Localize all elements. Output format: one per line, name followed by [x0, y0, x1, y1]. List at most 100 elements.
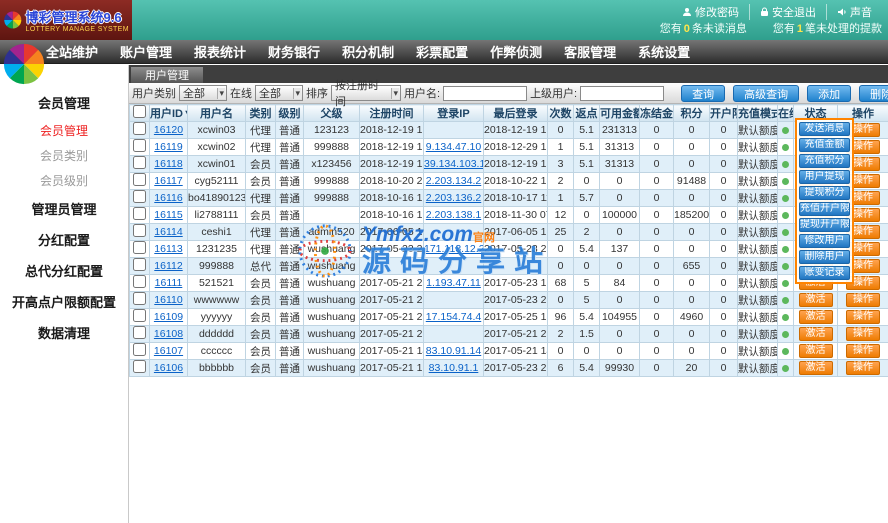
ip-link[interactable]: 83.10.91.14 — [426, 345, 481, 357]
sidebar-item[interactable]: 会员级别 — [0, 168, 128, 193]
activate-button[interactable]: 激活 — [799, 327, 833, 341]
column-header[interactable]: 注册时间 — [360, 105, 424, 122]
ip-link[interactable]: 2.203.138.1 — [426, 209, 481, 221]
row-checkbox[interactable] — [133, 224, 146, 237]
row-checkbox[interactable] — [133, 360, 146, 373]
add-button[interactable]: 添加 — [807, 85, 851, 102]
row-action-menu-item[interactable]: 删除用户 — [799, 250, 850, 264]
row-checkbox[interactable] — [133, 241, 146, 254]
query-button[interactable]: 查询 — [681, 85, 725, 102]
column-header[interactable]: 返点 — [574, 105, 600, 122]
nav-item[interactable]: 客服管理 — [564, 42, 616, 61]
row-checkbox[interactable] — [133, 258, 146, 271]
row-action-menu-item[interactable]: 提现开户限额 — [799, 218, 850, 232]
column-header[interactable]: 用户ID▼ — [150, 105, 188, 122]
user-id-link[interactable]: 16109 — [154, 311, 183, 323]
pending-withdraw-notice[interactable]: 您有1笔未处理的提款 — [773, 20, 882, 36]
activate-button[interactable]: 激活 — [799, 344, 833, 358]
user-id-link[interactable]: 16116 — [154, 192, 182, 204]
sidebar-item[interactable]: 数据清理 — [0, 317, 128, 348]
user-id-link[interactable]: 16119 — [154, 141, 182, 153]
column-header[interactable]: 可用金额 — [600, 105, 640, 122]
row-action-menu-item[interactable]: 账变记录 — [799, 266, 850, 280]
nav-item[interactable]: 财务银行 — [268, 42, 320, 61]
user-id-link[interactable]: 16115 — [154, 209, 182, 221]
ip-link[interactable]: 1.193.47.11 — [426, 277, 481, 289]
sidebar-item[interactable]: 会员类别 — [0, 143, 128, 168]
row-action-button[interactable]: 操作 — [846, 344, 880, 358]
ip-link[interactable]: 83.10.91.1 — [429, 362, 479, 374]
row-action-menu-item[interactable]: 提现积分 — [799, 186, 850, 200]
column-header[interactable]: 积分 — [674, 105, 710, 122]
online-select[interactable]: 全部 ▾ — [255, 85, 303, 101]
row-checkbox[interactable] — [133, 292, 146, 305]
delete-button[interactable]: 删除 — [859, 85, 888, 102]
user-id-link[interactable]: 16111 — [155, 277, 183, 289]
row-checkbox[interactable] — [133, 173, 146, 186]
row-checkbox[interactable] — [133, 309, 146, 322]
row-action-menu-item[interactable]: 充值积分 — [799, 154, 850, 168]
advanced-query-button[interactable]: 高级查询 — [733, 85, 799, 102]
user-id-link[interactable]: 16114 — [154, 226, 182, 238]
row-action-menu-item[interactable]: 充值金额 — [799, 138, 850, 152]
row-checkbox[interactable] — [133, 343, 146, 356]
nav-item[interactable]: 积分机制 — [342, 42, 394, 61]
column-header[interactable]: 最后登录 — [484, 105, 548, 122]
row-action-button[interactable]: 操作 — [846, 361, 880, 375]
change-password-link[interactable]: 修改密码 — [672, 4, 749, 20]
nav-item[interactable]: 彩票配置 — [416, 42, 468, 61]
ip-link[interactable]: 39.134.103.1 — [424, 158, 484, 170]
column-header[interactable]: 开户限额 — [710, 105, 738, 122]
column-header[interactable]: 次数 — [548, 105, 574, 122]
row-checkbox[interactable] — [133, 122, 146, 135]
row-action-menu-item[interactable]: 用户提现 — [799, 170, 850, 184]
activate-button[interactable]: 激活 — [799, 293, 833, 307]
row-action-menu-item[interactable]: 修改用户 — [799, 234, 850, 248]
column-header[interactable]: 用户名 — [188, 105, 246, 122]
user-id-link[interactable]: 16110 — [154, 294, 182, 306]
ip-link[interactable]: 2.203.136.2 — [426, 192, 481, 204]
tab-user-management[interactable]: 用户管理 — [131, 67, 203, 83]
nav-item[interactable]: 报表统计 — [194, 42, 246, 61]
user-id-link[interactable]: 16106 — [154, 362, 183, 374]
row-action-button[interactable]: 操作 — [846, 293, 880, 307]
sidebar-item[interactable]: 会员管理 — [0, 87, 128, 118]
nav-item[interactable]: 账户管理 — [120, 42, 172, 61]
user-id-link[interactable]: 16120 — [154, 124, 183, 136]
sound-toggle[interactable]: 声音 — [826, 4, 882, 20]
ip-link[interactable]: 171.113.12.2 — [424, 243, 484, 255]
sidebar-item[interactable]: 分红配置 — [0, 224, 128, 255]
logout-link[interactable]: 安全退出 — [749, 4, 826, 20]
row-action-menu-item[interactable]: 发送消息 — [799, 122, 850, 136]
ip-link[interactable]: 9.134.47.10 — [426, 141, 481, 153]
parent-user-input[interactable] — [580, 86, 664, 101]
row-checkbox[interactable] — [133, 275, 146, 288]
ip-link[interactable]: 2.203.134.2 — [426, 175, 481, 187]
sidebar-item[interactable]: 管理员管理 — [0, 193, 128, 224]
row-checkbox[interactable] — [133, 156, 146, 169]
row-checkbox[interactable] — [133, 190, 146, 203]
column-header[interactable]: 类别 — [246, 105, 276, 122]
sidebar-item[interactable]: 开高点户限额配置 — [0, 286, 128, 317]
column-header[interactable]: 在线 — [778, 105, 794, 122]
unread-message-notice[interactable]: 您有0条未读消息 — [660, 20, 747, 36]
activate-button[interactable]: 激活 — [799, 361, 833, 375]
select-all-checkbox[interactable] — [133, 105, 146, 118]
row-checkbox[interactable] — [133, 207, 146, 220]
sort-select[interactable]: 按注册时间 ▾ — [331, 85, 401, 101]
row-checkbox[interactable] — [133, 326, 146, 339]
user-id-link[interactable]: 16107 — [154, 345, 183, 357]
column-header[interactable]: 级别 — [276, 105, 304, 122]
activate-button[interactable]: 激活 — [799, 310, 833, 324]
user-id-link[interactable]: 16118 — [154, 158, 182, 170]
row-action-button[interactable]: 操作 — [846, 327, 880, 341]
row-action-menu-item[interactable]: 充值开户限额 — [799, 202, 850, 216]
nav-item[interactable]: 全站维护 — [46, 42, 98, 61]
row-checkbox[interactable] — [133, 139, 146, 152]
user-id-link[interactable]: 16108 — [154, 328, 183, 340]
user-id-link[interactable]: 16113 — [154, 243, 182, 255]
row-action-button[interactable]: 操作 — [846, 310, 880, 324]
column-header[interactable]: 充值模式 — [738, 105, 778, 122]
nav-item[interactable]: 作弊侦测 — [490, 42, 542, 61]
user-id-link[interactable]: 16112 — [154, 260, 182, 272]
